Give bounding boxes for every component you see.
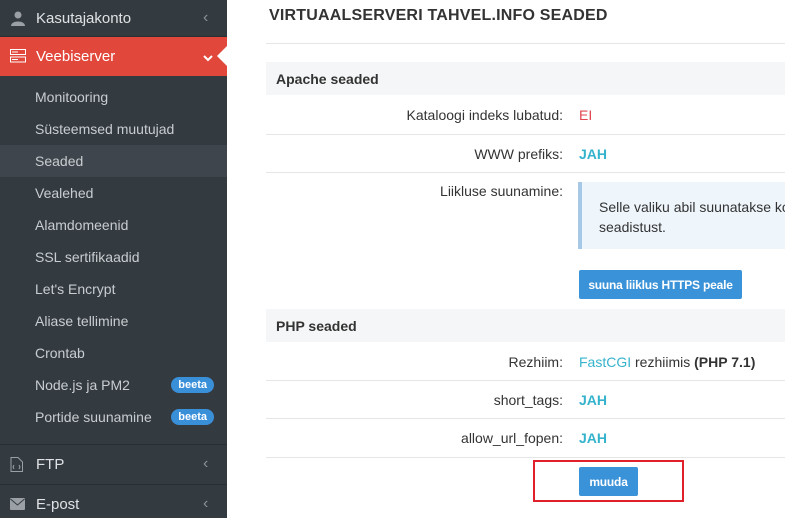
file-code-icon: [10, 456, 26, 472]
sidebar-item-label: E-post: [36, 495, 80, 513]
mode-label: Rezhiim:: [508, 354, 563, 370]
php-version: (PHP 7.1): [694, 354, 756, 370]
sidebar-item-account[interactable]: Kasutajakonto ‹: [0, 0, 227, 37]
sidebar-item-label: Veebiserver: [36, 48, 116, 65]
sidebar-item-error-pages[interactable]: Vealehed: [0, 177, 227, 209]
directory-index-value: EI: [579, 107, 593, 123]
sidebar-item-email[interactable]: E-post ‹: [0, 484, 227, 518]
sidebar-item-label: Crontab: [35, 345, 85, 361]
sidebar-item-label: Kasutajakonto: [36, 9, 132, 27]
directory-index-label: Kataloogi indeks lubatud:: [406, 107, 563, 123]
sidebar-submenu: Monitooring Süsteemsed muutujad Seaded V…: [0, 76, 227, 433]
traffic-redirect-label: Liikluse suunamine:: [440, 183, 563, 199]
redirect-https-button[interactable]: suuna liiklus HTTPS peale: [579, 270, 742, 299]
apache-section-heading: Apache seaded: [266, 62, 785, 95]
page-title: VIRTUAALSERVERI TAHVEL.INFO SEADED: [269, 7, 608, 24]
mode-text: rezhiimis: [631, 354, 695, 370]
mode-value: FastCGI rezhiimis (PHP 7.1): [579, 354, 755, 370]
www-prefix-label: WWW prefiks:: [474, 146, 563, 162]
sidebar-item-ftp[interactable]: FTP ‹: [0, 444, 227, 483]
sidebar-item-crontab[interactable]: Crontab: [0, 337, 227, 369]
envelope-icon: [10, 496, 26, 512]
sidebar-item-monitoring[interactable]: Monitooring: [0, 81, 227, 113]
divider: [266, 172, 785, 173]
highlight-box: [533, 460, 684, 502]
divider: [266, 457, 785, 458]
www-prefix-value: JAH: [579, 146, 608, 162]
sidebar-item-label: Monitooring: [35, 89, 109, 105]
divider: [266, 418, 785, 419]
user-icon: [10, 10, 26, 26]
sidebar-item-label: Let's Encrypt: [35, 281, 116, 297]
divider: [266, 43, 785, 44]
short-tags-value: JAH: [579, 392, 608, 408]
divider: [266, 134, 785, 135]
chevron-down-icon: [203, 49, 227, 65]
fastcgi-link[interactable]: FastCGI: [579, 354, 631, 370]
sidebar-item-letsencrypt[interactable]: Let's Encrypt: [0, 273, 227, 305]
sidebar-item-label: FTP: [36, 455, 65, 473]
sidebar-item-subdomains[interactable]: Alamdomeenid: [0, 209, 227, 241]
sidebar: Kasutajakonto ‹ Veebiserver Monitooring …: [0, 0, 228, 518]
sidebar-item-label: Portide suunamine: [35, 409, 152, 425]
sidebar-item-label: Node.js ja PM2: [35, 377, 130, 393]
sidebar-item-nodejs[interactable]: Node.js ja PM2 beeta: [0, 369, 227, 401]
redirect-info-box: Selle valiku abil suunatakse ko seadistu…: [578, 182, 785, 249]
short-tags-label: short_tags:: [493, 392, 563, 408]
chevron-left-icon: ‹: [203, 495, 209, 512]
sidebar-item-label: Alamdomeenid: [35, 217, 129, 233]
allow-url-fopen-label: allow_url_fopen:: [461, 430, 563, 446]
sidebar-item-label: Vealehed: [35, 185, 94, 201]
allow-url-fopen-value: JAH: [579, 430, 608, 446]
sidebar-item-webserver[interactable]: Veebiserver: [0, 37, 228, 76]
main-content: VIRTUAALSERVERI TAHVEL.INFO SEADED Apach…: [227, 0, 785, 518]
sidebar-item-ssl[interactable]: SSL sertifikaadid: [0, 241, 227, 273]
sidebar-item-label: Seaded: [35, 153, 84, 169]
divider: [266, 380, 785, 381]
sidebar-item-alias[interactable]: Aliase tellimine: [0, 305, 227, 337]
beta-badge: beeta: [171, 377, 214, 393]
chevron-left-icon: ‹: [203, 9, 209, 26]
sidebar-item-label: SSL sertifikaadid: [35, 249, 140, 265]
sidebar-item-settings[interactable]: Seaded: [0, 145, 227, 177]
sidebar-item-system-variables[interactable]: Süsteemsed muutujad: [0, 113, 227, 145]
chevron-left-icon: ‹: [203, 455, 209, 472]
server-icon: [10, 48, 26, 65]
sidebar-item-label: Süsteemsed muutujad: [35, 121, 175, 137]
sidebar-item-label: Aliase tellimine: [35, 313, 129, 329]
sidebar-item-port-forwarding[interactable]: Portide suunamine beeta: [0, 401, 227, 433]
php-section-heading: PHP seaded: [266, 309, 785, 342]
beta-badge: beeta: [171, 409, 214, 425]
